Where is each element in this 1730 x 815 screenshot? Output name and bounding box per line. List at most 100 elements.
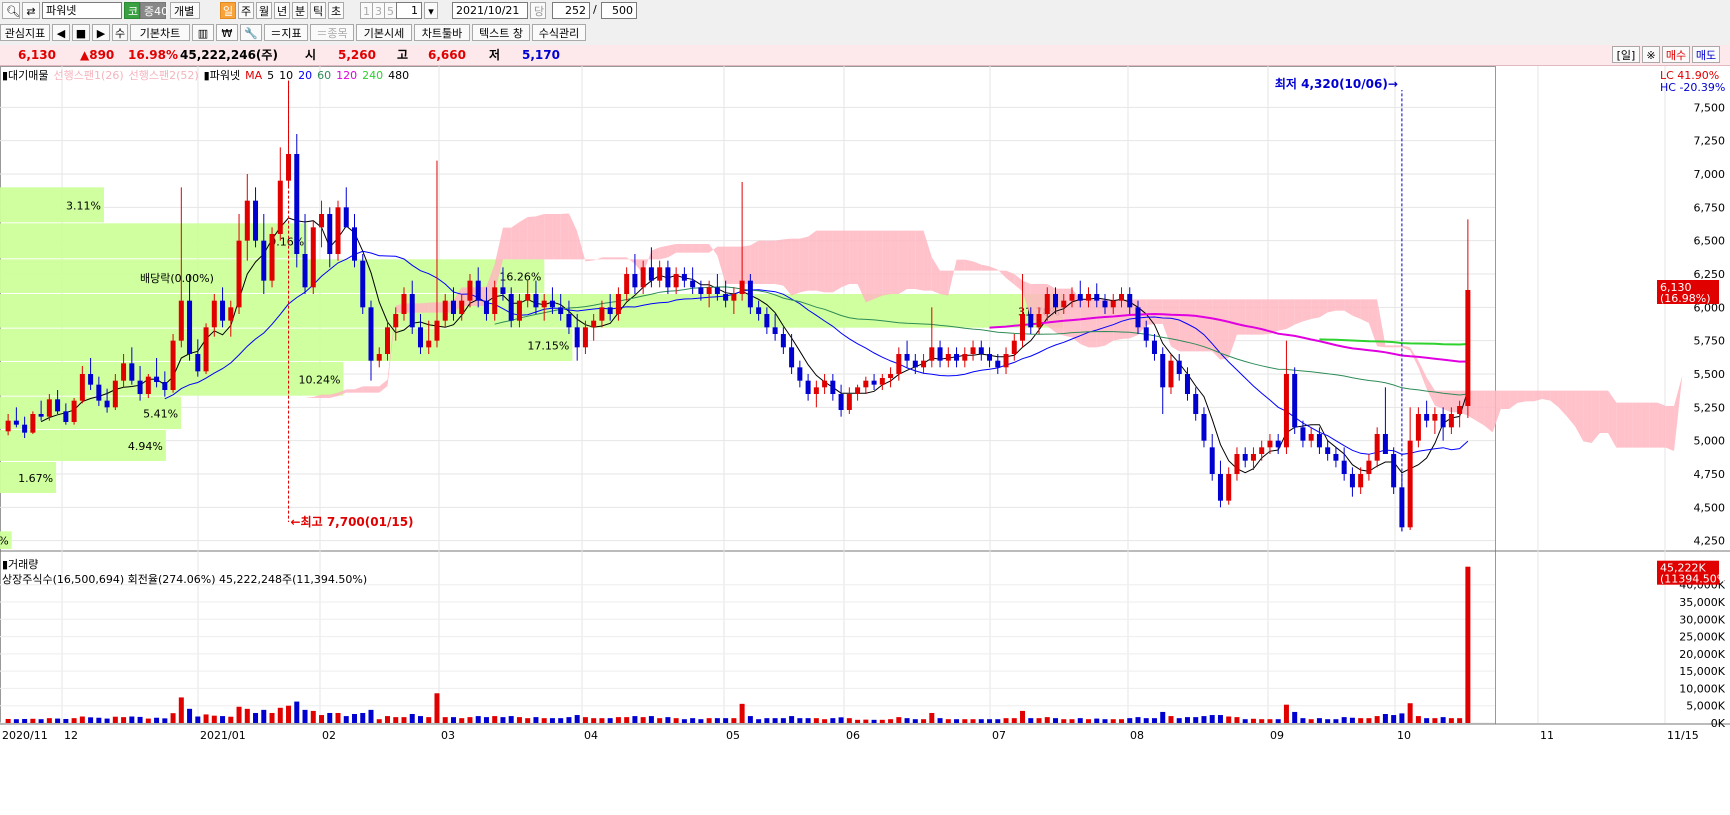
price-tick-label: 5,750: [1694, 335, 1726, 348]
candle-body: [1160, 354, 1166, 388]
toolbar-button-1[interactable]: ◀: [52, 24, 70, 41]
quote-button-3[interactable]: 매도: [1692, 46, 1720, 63]
toolbar-button-4[interactable]: 수: [112, 24, 128, 41]
volume-bar: [38, 719, 44, 723]
volume-bar: [747, 716, 753, 723]
volume-bar: [640, 717, 646, 723]
period-tab-3[interactable]: 년: [274, 2, 290, 19]
candle-body: [945, 354, 951, 361]
toolbar-button-13[interactable]: 텍스트 창: [472, 24, 530, 41]
price-change-percent: 16.98%: [128, 48, 178, 62]
candle-body: [376, 354, 382, 361]
toolbar-button-6[interactable]: ▥: [192, 24, 214, 41]
ichimoku-cloud-segment: [1170, 299, 1180, 352]
volume-bar: [1069, 719, 1075, 723]
quote-button-0[interactable]: [일]: [1612, 46, 1640, 63]
dang-button[interactable]: 당: [530, 2, 546, 19]
chevron-down-icon[interactable]: ▾: [424, 2, 438, 19]
toolbar-button-12[interactable]: 차트툴바: [414, 24, 470, 41]
volume-bar: [228, 716, 234, 723]
volume-bar: [211, 715, 217, 723]
total-count-input[interactable]: 500: [601, 2, 637, 19]
period-tab-1[interactable]: 주: [238, 2, 254, 19]
quote-button-1[interactable]: ※: [1642, 46, 1660, 63]
toolbar-button-9[interactable]: ＝지표: [264, 24, 308, 41]
candle-body: [1457, 406, 1463, 414]
ichimoku-cloud-segment: [1608, 390, 1617, 448]
ichimoku-cloud-segment: [964, 259, 974, 271]
ichimoku-cloud-segment: [692, 244, 701, 253]
volume-bar: [46, 718, 52, 723]
volume-bar: [1465, 566, 1471, 723]
open-price: 5,260: [338, 48, 376, 62]
toolbar-button-0[interactable]: 관심지표: [0, 24, 50, 41]
volume-bar: [352, 714, 358, 723]
candle-body: [195, 354, 201, 372]
individual-button[interactable]: 개별: [170, 2, 200, 19]
volume-bar: [673, 718, 679, 723]
candle-body: [1341, 460, 1347, 474]
volume-bar: [871, 719, 877, 723]
open-label: 시: [305, 48, 317, 62]
ichimoku-cloud-segment: [519, 217, 528, 260]
period-tab-4[interactable]: 분: [292, 2, 308, 19]
toolbar-button-7[interactable]: ₩: [216, 24, 238, 41]
volume-bar: [1440, 717, 1446, 723]
toolbar-button-8[interactable]: 🔧: [240, 24, 262, 41]
current-price: 6,130: [18, 48, 56, 62]
volume-bar: [220, 716, 226, 723]
stock-name-field[interactable]: 파워넷: [42, 2, 122, 19]
candle-body: [1011, 340, 1017, 354]
count-input[interactable]: 1: [396, 2, 422, 19]
price-tick-label: 4,750: [1694, 468, 1726, 481]
candle-body: [937, 347, 943, 361]
swap-icon[interactable]: ⇄: [22, 2, 40, 19]
toolbar-button-5[interactable]: 기본차트: [130, 24, 190, 41]
toolbar-button-11[interactable]: 기본시세: [356, 24, 412, 41]
hc-marker: HC -20.39%: [1660, 81, 1725, 94]
toolbar-button-10[interactable]: ＝종목: [310, 24, 354, 41]
period-tab-2[interactable]: 월: [256, 2, 272, 19]
volume-bar: [1234, 717, 1240, 723]
candle-body: [343, 207, 349, 228]
candle-body: [962, 354, 968, 361]
ichimoku-cloud-segment: [956, 259, 965, 271]
candle-body: [187, 300, 193, 354]
candle-body: [38, 414, 44, 417]
candle-body: [467, 280, 473, 301]
candle-body: [1053, 294, 1059, 308]
volume-tick-label: 15,000K: [1679, 665, 1725, 678]
volume-bar: [888, 719, 894, 723]
ichimoku-cloud-segment: [527, 216, 536, 260]
volume-bar: [1283, 704, 1289, 723]
volume-bar: [698, 719, 704, 723]
view-count-input[interactable]: 252: [552, 2, 590, 19]
candle-body: [401, 294, 407, 314]
period-tab-5[interactable]: 틱: [310, 2, 326, 19]
volume-bar: [63, 718, 69, 723]
volume-bar: [384, 716, 390, 723]
volume-bar: [294, 701, 300, 723]
date-select[interactable]: 2021/10/21: [452, 2, 528, 19]
period-tab-6[interactable]: 초: [328, 2, 344, 19]
toolbar-button-3[interactable]: ▶: [92, 24, 110, 41]
candle-body: [970, 347, 976, 354]
quote-button-2[interactable]: 매수: [1662, 46, 1690, 63]
level-badge: 증40: [140, 2, 168, 19]
candle-body: [756, 307, 762, 314]
volume-bar: [607, 718, 613, 723]
volume-bar: [1053, 718, 1059, 723]
candle-body: [1003, 354, 1009, 368]
volume-tick-label: 30,000K: [1679, 613, 1725, 626]
volume-bar: [376, 719, 382, 723]
volume-profile-label: 1.67%: [18, 472, 53, 485]
period-tab-0[interactable]: 일: [220, 2, 236, 19]
candle-body: [822, 380, 828, 388]
toolbar-button-2[interactable]: ■: [72, 24, 90, 41]
ichimoku-cloud-segment: [1599, 390, 1609, 433]
legend-item-7: 20: [298, 69, 313, 82]
search-icon[interactable]: 🔍︎: [2, 2, 20, 19]
toolbar-button-14[interactable]: 수식관리: [532, 24, 586, 41]
ichimoku-cloud-segment: [874, 230, 883, 299]
candle-body: [1118, 294, 1124, 301]
